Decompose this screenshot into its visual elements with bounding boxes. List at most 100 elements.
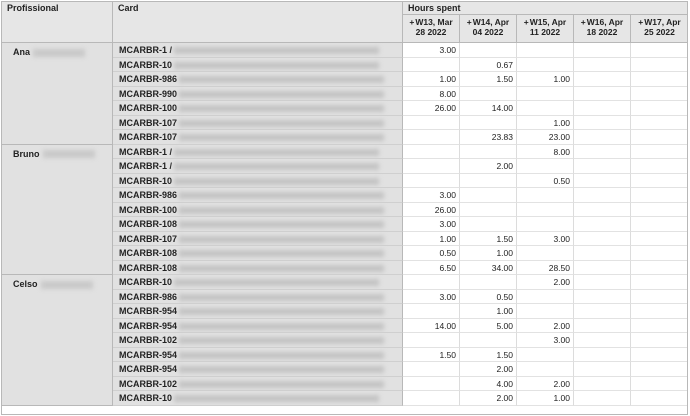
hours-cell xyxy=(631,362,687,377)
table-row: MCARBR-986 3.00 xyxy=(113,188,687,203)
hours-cell: 3.00 xyxy=(403,43,460,58)
hours-cell: 3.00 xyxy=(517,231,574,246)
hours-cell xyxy=(574,231,631,246)
hours-cell xyxy=(403,130,460,145)
hours-cell: 1.00 xyxy=(517,391,574,406)
hours-cell xyxy=(574,289,631,304)
card-cell[interactable]: MCARBR-10 xyxy=(113,391,403,406)
table-row: MCARBR-954 2.00 xyxy=(113,362,687,377)
hours-cell xyxy=(403,57,460,72)
card-cell[interactable]: MCARBR-1 / xyxy=(113,159,403,174)
card-cell[interactable]: MCARBR-1 / xyxy=(113,43,403,58)
hours-report-table: Profissional Card Hours spent +W13, Mar … xyxy=(1,1,688,415)
card-id: MCARBR-100 xyxy=(119,204,178,215)
redacted-card-title xyxy=(174,47,379,55)
card-cell[interactable]: MCARBR-108 xyxy=(113,246,403,261)
hours-cell xyxy=(574,275,631,290)
hours-cell xyxy=(574,260,631,275)
card-cell[interactable]: MCARBR-102 xyxy=(113,333,403,348)
card-cell[interactable]: MCARBR-954 xyxy=(113,362,403,377)
table-row: MCARBR-108 0.50 1.00 xyxy=(113,246,687,261)
hours-cell: 0.50 xyxy=(460,289,517,304)
card-id: MCARBR-108 xyxy=(119,262,178,273)
card-cell[interactable]: MCARBR-986 xyxy=(113,72,403,87)
hours-cell: 3.00 xyxy=(403,188,460,203)
hours-cell xyxy=(631,188,687,203)
card-cell[interactable]: MCARBR-108 xyxy=(113,260,403,275)
hours-cell: 3.00 xyxy=(403,217,460,232)
card-cell[interactable]: MCARBR-107 xyxy=(113,231,403,246)
header-week-w14[interactable]: +W14, Apr 04 2022 xyxy=(460,15,517,43)
expand-icon[interactable]: + xyxy=(467,17,472,27)
redacted-card-title xyxy=(179,134,385,142)
card-cell[interactable]: MCARBR-954 xyxy=(113,318,403,333)
table-row: MCARBR-10 2.00 1.00 xyxy=(113,391,687,406)
card-id: MCARBR-954 xyxy=(119,364,178,374)
hours-cell xyxy=(631,261,687,275)
hours-cell xyxy=(631,391,687,406)
card-cell[interactable]: MCARBR-108 xyxy=(113,217,403,232)
header-week-w15[interactable]: +W15, Apr 11 2022 xyxy=(517,15,574,43)
hours-cell xyxy=(631,348,687,362)
hours-cell: 2.00 xyxy=(460,159,517,174)
expand-icon[interactable]: + xyxy=(638,17,643,27)
week-label: W14, Apr 04 2022 xyxy=(472,17,510,37)
card-cell[interactable]: MCARBR-986 xyxy=(113,289,403,304)
redacted-card-title xyxy=(179,308,385,316)
table-row: MCARBR-10 0.67 xyxy=(113,57,687,72)
card-cell[interactable]: MCARBR-100 xyxy=(113,202,403,217)
card-cell[interactable]: MCARBR-954 xyxy=(113,347,403,362)
card-cell[interactable]: MCARBR-107 xyxy=(113,130,403,145)
card-cell[interactable]: MCARBR-100 xyxy=(113,101,403,116)
hours-cell xyxy=(631,333,687,348)
hours-cell: 1.50 xyxy=(460,231,517,246)
table-row: MCARBR-100 26.00 xyxy=(113,202,687,217)
hours-cell: 28.50 xyxy=(517,260,574,275)
header-professional[interactable]: Profissional xyxy=(2,2,113,43)
expand-icon[interactable]: + xyxy=(581,17,586,27)
hours-cell xyxy=(574,43,631,58)
professional-group: Ana xyxy=(2,43,113,145)
header-card[interactable]: Card xyxy=(113,2,403,43)
hours-cell xyxy=(631,246,687,261)
card-cell[interactable]: MCARBR-10 xyxy=(113,173,403,188)
card-cell[interactable]: MCARBR-1 / xyxy=(113,144,403,159)
week-label: W15, Apr 11 2022 xyxy=(529,17,567,37)
hours-cell: 1.00 xyxy=(403,72,460,87)
hours-cell xyxy=(574,101,631,116)
hours-cell xyxy=(517,86,574,101)
card-cell[interactable]: MCARBR-10 xyxy=(113,57,403,72)
header-week-w17[interactable]: +W17, Apr 25 2022 xyxy=(631,15,687,43)
hours-cell xyxy=(631,43,687,58)
card-cell[interactable]: MCARBR-102 xyxy=(113,376,403,391)
header-week-w16[interactable]: +W16, Apr 18 2022 xyxy=(574,15,631,43)
card-cell[interactable]: MCARBR-107 xyxy=(113,115,403,130)
week-label: W16, Apr 18 2022 xyxy=(586,17,624,37)
header-week-w13[interactable]: +W13, Mar 28 2022 xyxy=(403,15,460,43)
redacted-card-title xyxy=(179,293,385,301)
hours-cell xyxy=(403,115,460,130)
expand-icon[interactable]: + xyxy=(409,17,414,27)
professional-name: Bruno xyxy=(13,148,40,159)
table-row: MCARBR-986 1.00 1.50 1.00 xyxy=(113,72,687,87)
header-hours-spent[interactable]: Hours spent xyxy=(403,2,687,15)
card-id: MCARBR-10 xyxy=(119,393,173,403)
redacted-surname xyxy=(33,48,86,57)
hours-cell xyxy=(631,72,687,87)
expand-icon[interactable]: + xyxy=(524,17,529,27)
table-row: MCARBR-954 14.00 5.00 2.00 xyxy=(113,318,687,333)
hours-cell: 2.00 xyxy=(517,275,574,290)
hours-cell xyxy=(403,333,460,348)
hours-cell xyxy=(574,318,631,333)
hours-cell: 2.00 xyxy=(517,318,574,333)
table-row: MCARBR-102 3.00 xyxy=(113,333,687,348)
card-id: MCARBR-10 xyxy=(119,277,173,287)
card-cell[interactable]: MCARBR-10 xyxy=(113,275,403,290)
card-cell[interactable]: MCARBR-986 xyxy=(113,188,403,203)
hours-cell: 4.00 xyxy=(460,376,517,391)
hours-cell xyxy=(517,159,574,174)
hours-cell xyxy=(631,290,687,304)
card-cell[interactable]: MCARBR-990 xyxy=(113,86,403,101)
card-cell[interactable]: MCARBR-954 xyxy=(113,304,403,319)
hours-cell: 23.83 xyxy=(460,130,517,145)
